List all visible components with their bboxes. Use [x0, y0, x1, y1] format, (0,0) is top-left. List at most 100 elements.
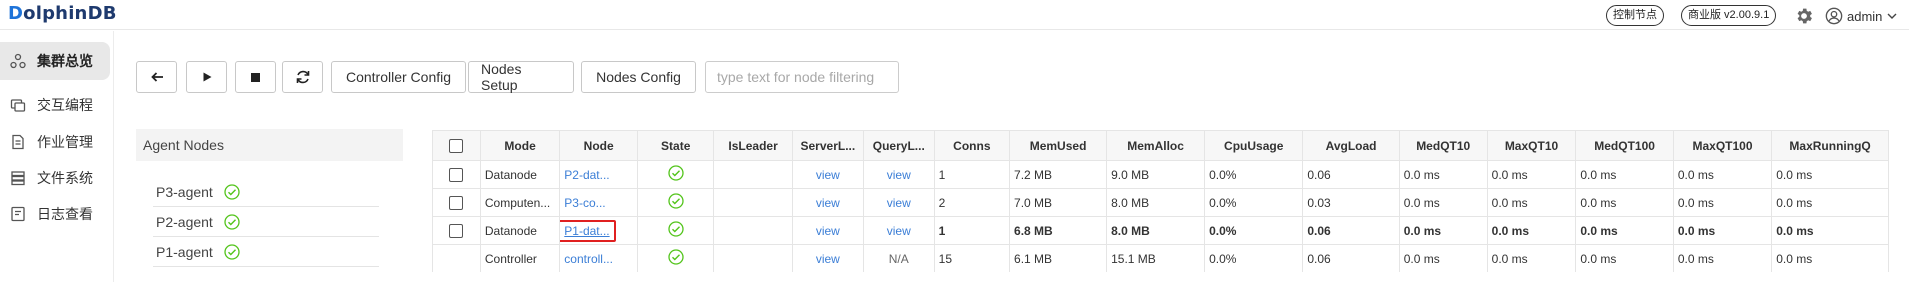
table-cell — [637, 160, 715, 189]
column-header[interactable]: CpuUsage — [1204, 130, 1304, 161]
username: admin — [1847, 8, 1883, 24]
table-cell: 15 — [933, 244, 1011, 272]
table-cell: 0.0 ms — [1771, 244, 1889, 272]
nodes-setup-button[interactable]: Nodes Setup — [468, 61, 574, 93]
stop-node-button[interactable] — [235, 61, 276, 93]
table-cell[interactable]: view — [791, 244, 864, 272]
row-select-cell[interactable] — [432, 216, 481, 245]
table-cell[interactable]: view — [791, 188, 864, 217]
column-header[interactable]: IsLeader — [713, 130, 793, 161]
column-header[interactable]: MaxQT10 — [1486, 130, 1577, 161]
table-cell[interactable]: view — [862, 160, 935, 189]
agent-list-item[interactable]: P2-agent — [153, 207, 379, 237]
table-cell — [637, 188, 715, 217]
select-all-checkbox[interactable] — [449, 138, 464, 153]
nodes-config-button[interactable]: Nodes Config — [581, 61, 696, 93]
table-cell: 1 — [933, 160, 1011, 189]
sidebar: 集群总览 交互编程 作业管理 文件系统 日志查看 — [0, 31, 114, 282]
table-cell: Controller — [479, 244, 561, 272]
table-cell — [713, 216, 793, 245]
table-cell[interactable]: P3-co... — [559, 188, 639, 217]
table-header-row: Mode Node State IsLeader ServerL... Quer… — [432, 130, 1889, 161]
control-node-badge[interactable]: 控制节点 — [1606, 5, 1664, 26]
sidebar-item-file-system[interactable]: 文件系统 — [0, 159, 110, 197]
user-menu[interactable]: admin — [1825, 6, 1898, 26]
table-row[interactable]: Controller controll... view N/A 15 6.1 MB 15.1… — [432, 244, 1889, 272]
node-filter-input[interactable] — [705, 61, 899, 93]
table-cell: 2 — [933, 188, 1011, 217]
table-cell: 0.0% — [1204, 188, 1304, 217]
stop-icon — [251, 72, 260, 82]
table-cell: 6.1 MB — [1009, 244, 1108, 272]
table-cell[interactable]: controll... — [559, 244, 639, 272]
table-cell: 0.0 ms — [1398, 160, 1488, 189]
start-node-button[interactable] — [186, 61, 227, 93]
controller-config-button[interactable]: Controller Config — [331, 61, 466, 93]
table-cell[interactable]: view — [862, 188, 935, 217]
top-bar: DolphinDB 控制节点 商业版 v2.00.9.1 admin — [0, 0, 1909, 30]
column-header[interactable]: AvgLoad — [1302, 130, 1400, 161]
table-cell: 0.0 ms — [1398, 244, 1488, 272]
row-select-cell[interactable] — [432, 244, 481, 272]
agent-list-item[interactable]: P3-agent — [153, 177, 379, 207]
table-cell[interactable]: view — [862, 216, 935, 245]
table-cell[interactable]: view — [791, 216, 864, 245]
table-cell: 8.0 MB — [1106, 216, 1206, 245]
table-row[interactable]: Computen... P3-co... view view 2 7.0 MB 8.0 MB… — [432, 188, 1889, 217]
table-cell[interactable]: view — [791, 160, 864, 189]
dolphindb-logo[interactable]: DolphinDB — [8, 3, 117, 24]
status-ok-icon — [668, 249, 684, 265]
row-checkbox[interactable] — [449, 223, 464, 238]
status-ok-icon — [668, 193, 684, 209]
column-header[interactable]: ServerL... — [791, 130, 864, 161]
refresh-button[interactable] — [282, 61, 323, 93]
user-avatar-icon — [1825, 7, 1843, 25]
highlighted-node-link[interactable]: P1-dat... — [560, 219, 616, 242]
table-cell[interactable]: P1-dat... — [559, 216, 639, 245]
row-checkbox[interactable] — [449, 167, 464, 182]
table-cell[interactable]: N/A — [862, 244, 935, 272]
refresh-icon — [296, 70, 309, 84]
table-cell: 0.0 ms — [1398, 216, 1488, 245]
table-cell: 0.0 ms — [1575, 188, 1674, 217]
sidebar-item-cluster-overview[interactable]: 集群总览 — [0, 42, 110, 80]
table-cell — [713, 188, 793, 217]
row-select-cell[interactable] — [432, 160, 481, 189]
chevron-down-icon — [1887, 13, 1897, 19]
version-badge[interactable]: 商业版 v2.00.9.1 — [1681, 5, 1777, 26]
column-header[interactable]: MedQT10 — [1398, 130, 1488, 161]
column-header[interactable]: State — [637, 130, 715, 161]
column-header[interactable]: Mode — [479, 130, 561, 161]
column-header[interactable]: MemUsed — [1009, 130, 1108, 161]
column-header[interactable]: Conns — [933, 130, 1011, 161]
table-cell[interactable]: P2-dat... — [559, 160, 639, 189]
column-header[interactable]: MaxQT100 — [1672, 130, 1773, 161]
gear-icon[interactable] — [1794, 6, 1814, 26]
job-icon — [12, 134, 24, 150]
table-row[interactable]: Datanode P2-dat... view view 1 7.2 MB 9.0 MB 0.… — [432, 160, 1889, 189]
status-ok-icon — [224, 183, 240, 200]
back-button[interactable] — [136, 61, 177, 93]
row-checkbox[interactable] — [449, 195, 464, 210]
column-header[interactable]: QueryL... — [862, 130, 935, 161]
agent-list-item[interactable]: P1-agent — [153, 237, 379, 267]
table-cell: 0.0 ms — [1398, 188, 1488, 217]
table-cell: 8.0 MB — [1106, 188, 1206, 217]
select-all-header[interactable] — [432, 130, 481, 161]
sidebar-item-interactive-programming[interactable]: 交互编程 — [0, 86, 110, 124]
table-row[interactable]: Datanode P1-dat... view view 1 6.8 MB 8.0 MB 0.… — [432, 216, 1889, 245]
row-select-cell[interactable] — [432, 188, 481, 217]
table-cell: 1 — [933, 216, 1011, 245]
play-icon — [203, 72, 211, 82]
sidebar-item-job-management[interactable]: 作业管理 — [0, 123, 110, 161]
column-header[interactable]: MemAlloc — [1106, 130, 1206, 161]
sidebar-item-log-viewer[interactable]: 日志查看 — [0, 195, 110, 233]
table-cell: 0.0 ms — [1486, 188, 1577, 217]
table-cell — [637, 244, 715, 272]
table-cell: 0.0 ms — [1771, 160, 1889, 189]
column-header[interactable]: MaxRunningQ — [1771, 130, 1889, 161]
column-header[interactable]: Node — [559, 130, 639, 161]
arrow-left-icon — [150, 72, 163, 82]
table-cell: 15.1 MB — [1106, 244, 1206, 272]
column-header[interactable]: MedQT100 — [1575, 130, 1674, 161]
